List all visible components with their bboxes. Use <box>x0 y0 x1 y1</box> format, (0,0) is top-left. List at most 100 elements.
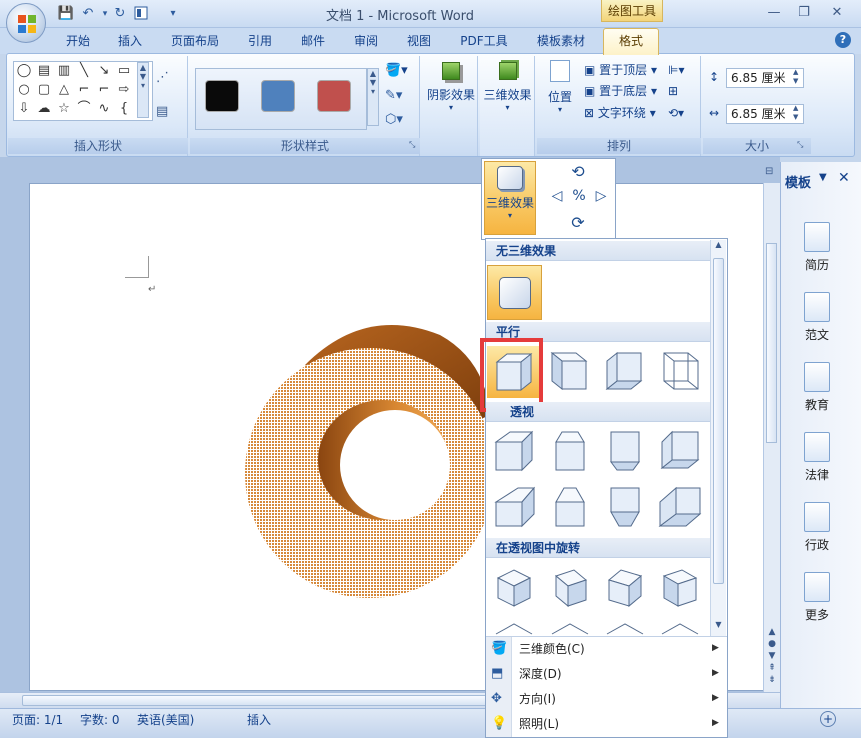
freeform-shape-icon[interactable]: ∿ <box>95 101 113 117</box>
tab-page-layout[interactable]: 页面布局 <box>163 30 227 52</box>
rotate-perspective-option-3[interactable] <box>603 566 647 610</box>
elbow-connector-2-icon[interactable]: ⌐ <box>95 82 113 98</box>
text-wrapping-button[interactable]: ⊠ 文字环绕 ▾ <box>584 103 656 123</box>
send-to-back-button[interactable]: ▣ 置于底层 ▾ <box>584 81 657 101</box>
3d-effects-ribbon-button[interactable]: 三维效果 ▾ <box>480 60 535 130</box>
page-nav-icons[interactable]: ▲ ● ▼ ⇞ ⇟ <box>765 626 779 692</box>
redo-icon[interactable]: ↻ <box>111 5 129 23</box>
parallel-option-3[interactable] <box>603 349 647 393</box>
undo-icon[interactable]: ↶ <box>79 5 97 23</box>
shape-fill-icon[interactable]: 🪣▾ <box>385 63 415 81</box>
template-item-education[interactable]: 教育 <box>792 362 842 413</box>
rotate-perspective-option-2[interactable] <box>548 566 592 610</box>
3d-ring-shape[interactable] <box>245 315 495 600</box>
no-3d-effect-option[interactable] <box>487 265 542 320</box>
print-layout-icon[interactable] <box>132 5 150 23</box>
height-spinner-icon[interactable]: ▲ ▼ <box>793 68 803 86</box>
gallery-scroll-up-icon[interactable]: ▲ <box>711 240 726 254</box>
gallery-vertical-scrollbar[interactable]: ▲ ▼ <box>710 240 726 636</box>
tilt-left-icon[interactable]: ◁ <box>546 188 568 208</box>
menu-depth[interactable]: 深度(D) <box>486 662 718 687</box>
bring-to-front-button[interactable]: ▣ 置于顶层 ▾ <box>584 60 657 80</box>
shapes-gallery-scroll[interactable]: ▲ ▼ ▾ <box>137 62 149 118</box>
status-page[interactable]: 页面: 1/1 <box>12 712 63 728</box>
perspective-option-1[interactable] <box>492 428 536 472</box>
template-item-sample[interactable]: 范文 <box>792 292 842 343</box>
perspective-option-6[interactable] <box>548 484 592 528</box>
save-icon[interactable]: 💾 <box>57 5 75 23</box>
size-launcher-icon[interactable]: ⤡ <box>797 141 805 149</box>
rotate-perspective-option-1[interactable] <box>492 566 536 610</box>
brace-shape-icon[interactable]: { <box>115 101 133 117</box>
parallel-option-2[interactable] <box>548 349 592 393</box>
tilt-right-icon[interactable]: ▷ <box>590 188 612 208</box>
template-item-law[interactable]: 法律 <box>792 432 842 483</box>
elbow-connector-icon[interactable]: ⌐ <box>75 82 93 98</box>
rounded-rect-icon[interactable]: ▢ <box>35 82 53 98</box>
arrow-line-icon[interactable]: ↘ <box>95 63 113 79</box>
tab-format[interactable]: 格式 <box>603 28 659 55</box>
triangle-shape-icon[interactable]: △ <box>55 82 73 98</box>
add-text-icon[interactable]: ▤ <box>156 104 176 120</box>
style-swatch-black[interactable] <box>205 80 239 112</box>
rotate-icon[interactable]: ⟲▾ <box>668 103 684 123</box>
cloud-shape-icon[interactable]: ☁ <box>35 101 53 117</box>
document-vertical-scrollbar[interactable] <box>763 183 780 692</box>
parallel-option-4[interactable] <box>658 349 702 393</box>
group-icon[interactable]: ⊞ <box>668 81 678 101</box>
shadow-effects-button[interactable]: 阴影效果 ▾ <box>424 60 478 130</box>
style-swatch-blue[interactable] <box>261 80 295 112</box>
change-shape-icon[interactable]: ⬡▾ <box>385 112 415 130</box>
line-shape-icon[interactable]: ╲ <box>75 63 93 79</box>
tilt-up-icon[interactable]: ⟲ <box>567 162 589 182</box>
help-icon[interactable]: ? <box>835 32 851 48</box>
edit-shape-icon[interactable]: ⋰ <box>156 70 176 86</box>
star-shape-icon[interactable]: ☆ <box>55 101 73 117</box>
document-scroll-thumb[interactable] <box>766 243 777 443</box>
status-language[interactable]: 英语(美国) <box>137 712 194 728</box>
office-button[interactable] <box>6 3 46 43</box>
tab-home[interactable]: 开始 <box>58 30 98 52</box>
3d-effects-toggle-button[interactable]: 三维效果 ▾ <box>484 161 536 235</box>
perspective-option-7[interactable] <box>603 484 647 528</box>
template-item-more[interactable]: 更多 <box>792 572 842 623</box>
vertical-textbox-icon[interactable]: ▥ <box>55 63 73 79</box>
style-swatch-red[interactable] <box>317 80 351 112</box>
curve-shape-icon[interactable]: ⌒ <box>75 101 93 117</box>
tab-references[interactable]: 引用 <box>240 30 280 52</box>
oval-shape-icon[interactable]: ◯ <box>15 63 33 79</box>
close-icon[interactable]: ✕ <box>825 4 849 22</box>
template-item-resume[interactable]: 简历 <box>792 222 842 273</box>
tab-pdf-tools[interactable]: PDF工具 <box>452 30 516 52</box>
tilt-down-icon[interactable]: ⟳ <box>567 213 589 233</box>
template-pane-close-icon[interactable]: ✕ <box>838 170 850 186</box>
zoom-in-icon[interactable]: + <box>820 711 836 727</box>
tab-review[interactable]: 审阅 <box>346 30 386 52</box>
rectangle-shape-icon[interactable]: ▭ <box>115 63 133 79</box>
shape-outline-icon[interactable]: ✎▾ <box>385 88 415 106</box>
restore-icon[interactable]: ❐ <box>792 4 816 22</box>
tab-view[interactable]: 视图 <box>399 30 439 52</box>
template-item-administration[interactable]: 行政 <box>792 502 842 553</box>
status-word-count[interactable]: 字数: 0 <box>80 712 120 728</box>
width-spinner-icon[interactable]: ▲ ▼ <box>793 104 803 122</box>
perspective-option-4[interactable] <box>658 428 702 472</box>
down-arrow-shape-icon[interactable]: ⇩ <box>15 101 33 117</box>
position-button[interactable]: 位置 ▾ <box>540 60 580 126</box>
tab-template-material[interactable]: 模板素材 <box>526 30 596 52</box>
circle-shape-icon[interactable]: ○ <box>15 82 33 98</box>
gallery-scroll-thumb[interactable] <box>713 258 724 584</box>
tab-mailings[interactable]: 邮件 <box>293 30 333 52</box>
3d-toggle-on-off-icon[interactable]: % <box>568 188 590 208</box>
menu-direction[interactable]: 方向(I) <box>486 687 718 712</box>
menu-3d-color[interactable]: 三维颜色(C) <box>486 637 718 662</box>
template-pane-menu-icon[interactable]: ▼ <box>819 172 827 183</box>
shape-styles-scroll[interactable]: ▲ ▼ ▾ <box>367 68 379 126</box>
perspective-option-2[interactable] <box>548 428 592 472</box>
status-insert-mode[interactable]: 插入 <box>247 712 271 728</box>
tab-insert[interactable]: 插入 <box>110 30 150 52</box>
ruler-toggle-icon[interactable]: ⊟ <box>765 166 779 180</box>
perspective-option-3[interactable] <box>603 428 647 472</box>
shape-styles-launcher-icon[interactable]: ⤡ <box>409 141 417 149</box>
gallery-scroll-down-icon[interactable]: ▼ <box>711 620 726 634</box>
